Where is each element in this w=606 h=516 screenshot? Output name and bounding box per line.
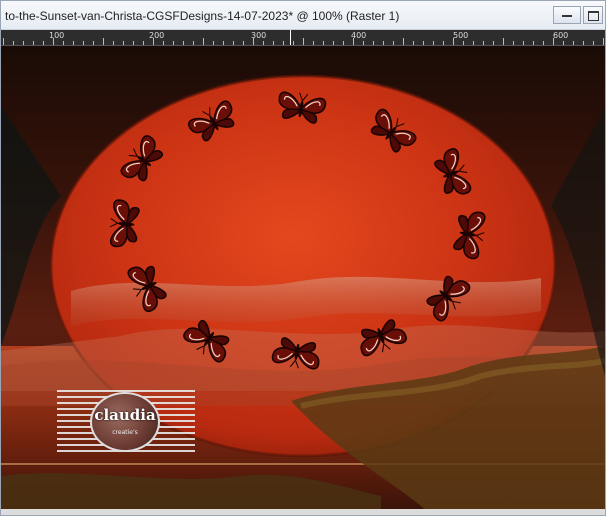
ruler-tick	[393, 41, 394, 45]
ruler-tick	[43, 41, 44, 45]
claudia-logo: claudia creatie's	[57, 390, 195, 454]
ruler-tick	[203, 38, 204, 45]
ruler-tick	[73, 41, 74, 45]
horizontal-ruler[interactable]: 100 200 300 400 500 600	[1, 30, 605, 46]
ruler-tick	[263, 41, 264, 45]
ruler-tick	[333, 41, 334, 45]
horizontal-scrollbar[interactable]	[1, 509, 605, 515]
logo-subtext: creatie's	[112, 429, 138, 436]
ruler-tick	[473, 41, 474, 45]
minimize-button[interactable]	[553, 6, 581, 24]
ruler-tick	[93, 41, 94, 45]
ruler-tick	[363, 41, 364, 45]
ruler-tick	[63, 41, 64, 45]
ruler-tick	[323, 41, 324, 45]
ruler-tick	[493, 41, 494, 45]
ruler-tick	[143, 41, 144, 45]
ruler-tick	[123, 41, 124, 45]
ruler-tick	[573, 41, 574, 45]
ruler-label-500: 500	[453, 31, 469, 40]
ruler-tick	[583, 41, 584, 45]
ruler-tick	[463, 41, 464, 45]
ruler-tick	[593, 41, 594, 45]
ruler-tick	[533, 41, 534, 45]
ruler-cursor-indicator	[290, 30, 291, 45]
ruler-tick	[133, 41, 134, 45]
ruler-tick	[303, 38, 304, 45]
ruler-tick	[293, 41, 294, 45]
ruler-tick	[443, 41, 444, 45]
ruler-tick	[3, 38, 4, 45]
image-canvas[interactable]: claudia creatie's	[1, 46, 605, 515]
ruler-label-300: 300	[251, 31, 267, 40]
ruler-tick	[283, 41, 284, 45]
ruler-label-400: 400	[351, 31, 367, 40]
ruler-tick	[213, 41, 214, 45]
ruler-tick	[343, 41, 344, 45]
ruler-tick	[483, 41, 484, 45]
ruler-tick	[523, 41, 524, 45]
ruler-tick	[383, 41, 384, 45]
ruler-tick	[563, 41, 564, 45]
ruler-tick	[13, 41, 14, 45]
maximize-button[interactable]	[583, 6, 603, 24]
title-bar[interactable]: to-the-Sunset-van-Christa-CGSFDesigns-14…	[1, 1, 605, 30]
minimize-icon	[562, 15, 572, 17]
ruler-tick	[83, 41, 84, 45]
ruler-tick	[423, 41, 424, 45]
logo-text: claudia	[94, 406, 156, 424]
window-title: to-the-Sunset-van-Christa-CGSFDesigns-14…	[5, 9, 400, 23]
ruler-tick	[113, 41, 114, 45]
ruler-tick	[163, 41, 164, 45]
ruler-tick	[513, 41, 514, 45]
ruler-tick	[503, 38, 504, 45]
ruler-tick	[233, 41, 234, 45]
ruler-tick	[373, 41, 374, 45]
ruler-tick	[243, 41, 244, 45]
ruler-tick	[433, 41, 434, 45]
app-window: to-the-Sunset-van-Christa-CGSFDesigns-14…	[0, 0, 606, 516]
ruler-tick	[543, 41, 544, 45]
ruler-tick	[193, 41, 194, 45]
ruler-label-100: 100	[49, 31, 65, 40]
ruler-label-600: 600	[553, 31, 569, 40]
ruler-tick	[413, 41, 414, 45]
ruler-label-200: 200	[149, 31, 165, 40]
ruler-tick	[173, 41, 174, 45]
ruler-tick	[403, 38, 404, 45]
ruler-tick	[33, 41, 34, 45]
ruler-tick	[103, 38, 104, 45]
ruler-tick	[183, 41, 184, 45]
ruler-tick	[223, 41, 224, 45]
ruler-tick	[603, 38, 604, 45]
ruler-tick	[273, 41, 274, 45]
maximize-icon	[588, 11, 599, 21]
ruler-tick	[313, 41, 314, 45]
ruler-tick	[23, 41, 24, 45]
